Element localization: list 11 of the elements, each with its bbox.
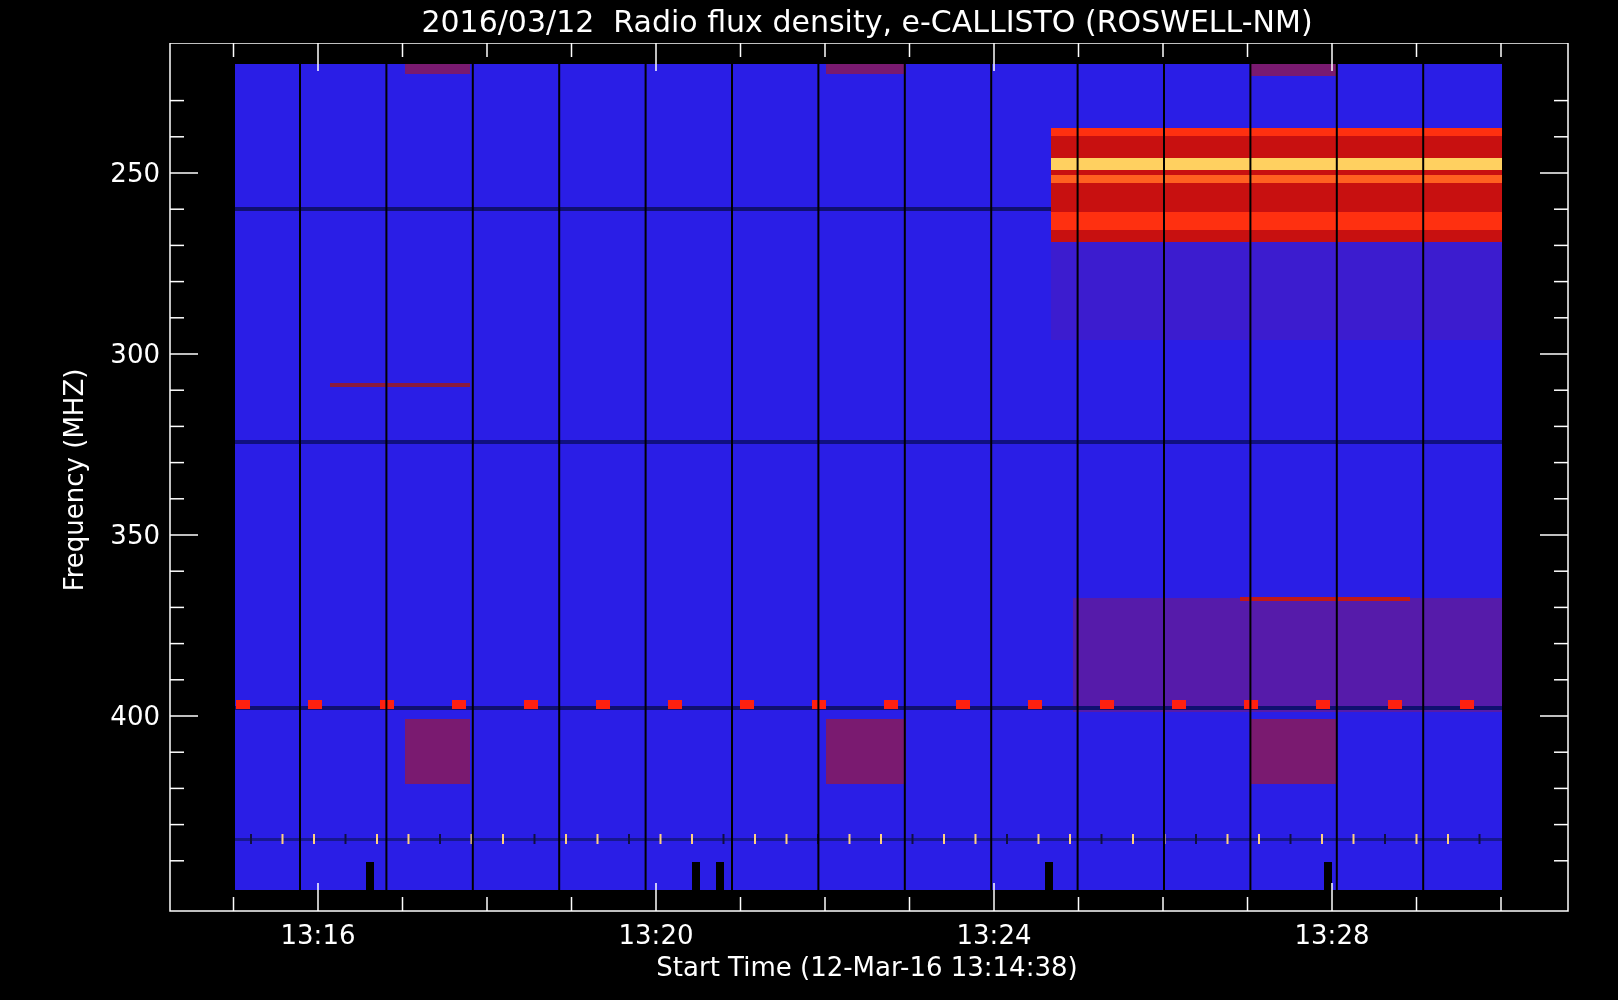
tick-label: 13:20 (618, 920, 694, 950)
tick-label: 400 (110, 701, 160, 731)
tick-label: 13:24 (956, 920, 1032, 950)
plot-title: 2016/03/12 Radio flux density, e-CALLISTO (ROSWELL-NM) (421, 6, 1313, 37)
tick-label: 13:16 (280, 920, 356, 950)
tick-label: 13:28 (1294, 920, 1370, 950)
axis-title: Frequency (MHZ) (59, 368, 89, 592)
tick-label: 300 (110, 339, 160, 369)
axis-title: Start Time (12-Mar-16 13:14:38) (656, 952, 1078, 982)
tick-label: 250 (110, 158, 160, 188)
tick-label: 350 (110, 520, 160, 550)
